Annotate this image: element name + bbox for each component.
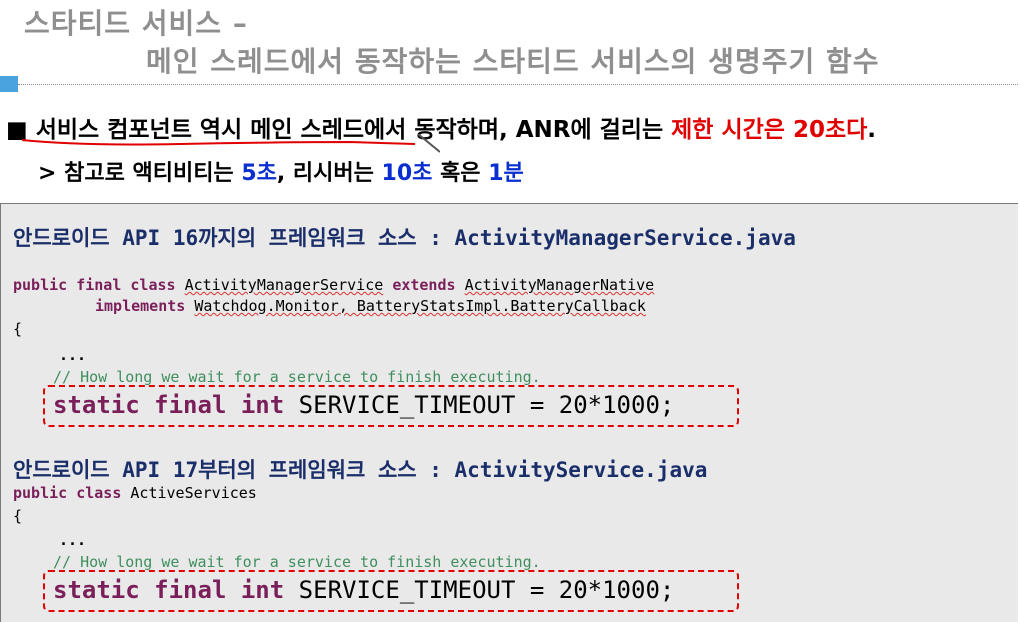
parent-class: ActivityManagerNative [464, 276, 655, 294]
sub-text-1: > 참고로 액티비티는 [38, 161, 242, 186]
kw-static: static [53, 391, 140, 419]
kw-static: static [53, 576, 140, 604]
section2-timeout-line: static final int SERVICE_TIMEOUT = 20*10… [53, 576, 674, 604]
kw-final: final [76, 276, 122, 294]
timeout-constant: SERVICE_TIMEOUT = 20*1000; [298, 576, 675, 604]
section2-ellipsis: ... [59, 531, 87, 549]
section1-class-decl: public final class ActivityManagerServic… [13, 276, 654, 294]
slide-title-line2: 메인 스레드에서 동작하는 스타티드 서비스의 생명주기 함수 [146, 45, 880, 78]
kw-extends: extends [392, 276, 456, 294]
code-panel: 안드로이드 API 16까지의 프레임워크 소스 : ActivityManag… [0, 203, 1018, 622]
timeout-constant: SERVICE_TIMEOUT = 20*1000; [298, 391, 675, 419]
section1-open-brace: { [13, 320, 23, 338]
title-marker [0, 76, 18, 92]
section2-class-decl: public class ActiveServices [13, 484, 257, 502]
kw-implements: implements [95, 297, 186, 315]
section1-heading: 안드로이드 API 16까지의 프레임워크 소스 : ActivityManag… [13, 226, 796, 250]
class-name: ActivityManagerService [184, 276, 384, 294]
kw-class: class [76, 484, 122, 502]
section2-open-brace: { [13, 507, 23, 525]
kw-int: int [240, 391, 285, 419]
interfaces: Watchdog.Monitor, BatteryStatsImpl.Batte… [194, 297, 646, 315]
kw-class: class [130, 276, 176, 294]
kw-final: final [154, 576, 227, 604]
kw-final: final [154, 391, 227, 419]
receiver-timeout: 10초 [381, 161, 433, 186]
section1-ellipsis: ... [59, 346, 87, 364]
bullet-period: . [867, 117, 877, 143]
pen-scribble [21, 134, 440, 153]
sub-text-2: , 리시버는 [276, 161, 382, 186]
kw-int: int [240, 576, 285, 604]
sub-bullet-line: > 참고로 액티비티는 5초, 리시버는 10초 혹은 1분 [38, 155, 524, 187]
section1-timeout-line: static final int SERVICE_TIMEOUT = 20*10… [53, 391, 674, 419]
slide-title-line1: 스타티드 서비스 – [24, 7, 248, 40]
class-name: ActiveServices [130, 484, 257, 502]
receiver-bg-timeout: 1분 [488, 161, 524, 186]
section1-implements: implements Watchdog.Monitor, BatteryStat… [95, 297, 646, 315]
sub-text-3: 혹은 [432, 161, 489, 186]
section1-comment: // How long we wait for a service to fin… [53, 368, 541, 386]
kw-public: public [13, 484, 68, 502]
kw-public: public [13, 276, 68, 294]
activity-timeout: 5초 [241, 161, 277, 186]
section2-comment: // How long we wait for a service to fin… [53, 553, 541, 571]
section2-heading: 안드로이드 API 17부터의 프레임워크 소스 : ActivityServi… [13, 458, 708, 482]
title-divider [18, 84, 1018, 85]
bullet-highlight: 제한 시간은 20초다 [671, 117, 868, 143]
